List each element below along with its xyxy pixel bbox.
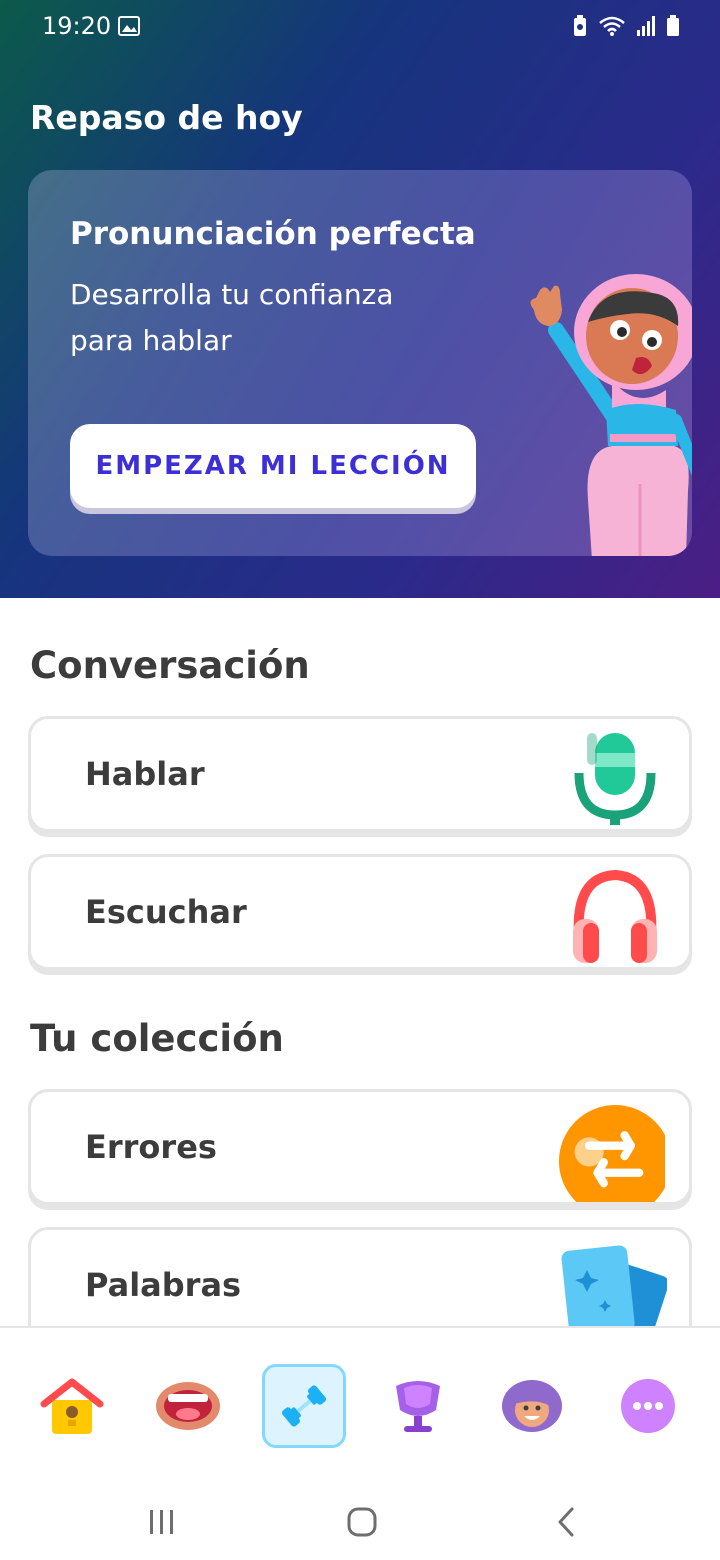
home-icon xyxy=(40,1378,104,1434)
home-circle-icon xyxy=(347,1507,377,1537)
back-icon xyxy=(558,1507,574,1537)
speaking-icon xyxy=(156,1382,220,1430)
start-lesson-button[interactable]: EMPEZAR MI LECCIÓN xyxy=(70,424,476,508)
recent-apps-icon xyxy=(150,1510,173,1534)
listen-row[interactable]: Escuchar xyxy=(28,854,692,970)
speak-row[interactable]: Hablar xyxy=(28,716,692,832)
refresh-icon xyxy=(558,1105,665,1202)
battery-saver-icon xyxy=(574,15,586,36)
battery-icon xyxy=(667,15,679,36)
league-icon xyxy=(396,1381,440,1432)
back-button[interactable] xyxy=(544,1498,588,1546)
nav-speaking[interactable] xyxy=(146,1364,230,1448)
status-time: 19:20 xyxy=(42,12,112,40)
conversation-section-title: Conversación xyxy=(30,644,310,687)
nav-practice[interactable] xyxy=(262,1364,346,1448)
words-label: Palabras xyxy=(85,1266,242,1304)
home-button[interactable] xyxy=(340,1498,384,1546)
signal-icon xyxy=(637,16,655,36)
wifi-icon xyxy=(599,16,625,36)
more-icon xyxy=(621,1379,675,1433)
character-illustration xyxy=(530,274,692,556)
mistakes-row[interactable]: Errores xyxy=(28,1089,692,1205)
card-title: Pronunciación perfecta xyxy=(70,216,476,252)
listen-label: Escuchar xyxy=(85,893,247,931)
nav-more[interactable] xyxy=(606,1364,690,1448)
hero-banner: 19:20 Repaso de hoy Pronunciación perfec… xyxy=(0,0,720,598)
mistakes-label: Errores xyxy=(85,1128,217,1166)
headphones-icon xyxy=(573,869,657,963)
card-subtitle: Desarrolla tu confianza para hablar xyxy=(70,278,394,357)
pronunciation-card[interactable]: Pronunciación perfecta Desarrolla tu con… xyxy=(28,170,692,556)
nav-home[interactable] xyxy=(30,1364,114,1448)
speak-label: Hablar xyxy=(85,755,205,793)
bottom-navigation xyxy=(0,1326,720,1560)
nav-profile[interactable] xyxy=(490,1364,574,1448)
practice-icon xyxy=(281,1385,327,1427)
hero-title: Repaso de hoy xyxy=(30,98,303,137)
status-icons xyxy=(572,14,680,38)
collection-section-title: Tu colección xyxy=(30,1017,284,1060)
microphone-icon xyxy=(574,733,656,825)
nav-league[interactable] xyxy=(376,1364,460,1448)
recent-apps-button[interactable] xyxy=(140,1498,184,1546)
image-icon xyxy=(118,16,140,36)
profile-icon xyxy=(502,1380,562,1432)
status-bar: 19:20 xyxy=(0,0,720,56)
